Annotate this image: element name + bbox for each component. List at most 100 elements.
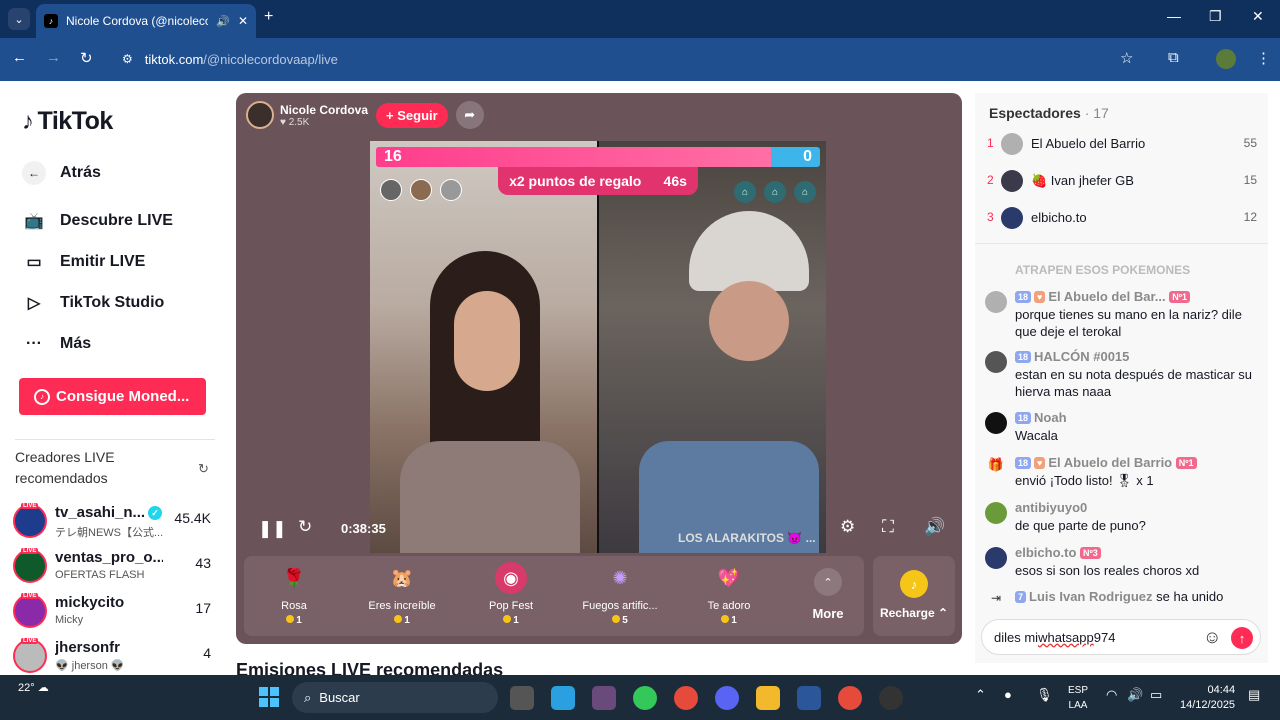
speaker-icon[interactable]: 🔊 <box>216 15 230 28</box>
more-gifts-button[interactable]: ⌃ More <box>804 568 852 621</box>
menu-dots-icon[interactable]: ⋮ <box>1256 49 1271 67</box>
reload-icon[interactable]: ↻ <box>80 49 93 67</box>
chat-avatar[interactable] <box>985 351 1007 373</box>
replay-icon[interactable]: ↻ <box>298 517 312 537</box>
top-gifter-avatar[interactable] <box>380 179 402 201</box>
sidebar-item-tiktok-studio[interactable]: ▷ TikTok Studio <box>22 291 164 315</box>
sidebar-item-go-live[interactable]: ▭ Emitir LIVE <box>22 250 145 274</box>
bookmark-star-icon[interactable]: ☆ <box>1120 49 1133 67</box>
refresh-icon[interactable]: ↻ <box>198 461 209 477</box>
taskbar-search[interactable]: ⌕ Buscar <box>292 682 498 713</box>
empty-seat-icon[interactable]: ⌂ <box>734 181 756 203</box>
send-button[interactable]: ↑ <box>1231 627 1253 649</box>
chat-panel: Espectadores · 17 1 El Abuelo del Barrio… <box>975 93 1268 663</box>
sidebar-item-discover-live[interactable]: 📺 Descubre LIVE <box>22 209 173 233</box>
app-icon[interactable] <box>592 686 616 710</box>
chat-username[interactable]: 18 ♥ El Abuelo del Barrio Nº1 <box>1015 455 1200 470</box>
creator-item[interactable]: LIVE mickycito Micky 17 <box>13 593 213 628</box>
chrome-icon[interactable] <box>674 686 698 710</box>
chrome-active-icon[interactable] <box>838 686 862 710</box>
pause-icon[interactable]: ❚❚ <box>258 519 287 539</box>
back-arrow-icon[interactable]: ← <box>12 49 27 66</box>
clock[interactable]: 04:44 14/12/2025 <box>1180 683 1235 713</box>
chat-avatar[interactable] <box>985 502 1007 524</box>
creator-item[interactable]: LIVE ventas_pro_o... OFERTAS FLASH 43 <box>13 548 213 583</box>
notification-icon[interactable]: ▤ <box>1248 687 1260 703</box>
tab-search-icon[interactable]: ⌄ <box>8 8 30 30</box>
maximize-icon[interactable]: ❐ <box>1209 8 1222 25</box>
extensions-icon[interactable]: ⧉ <box>1168 49 1179 66</box>
share-icon[interactable]: ➦ <box>455 101 484 129</box>
language-indicator[interactable]: ESP LAA <box>1068 683 1088 713</box>
top-viewer[interactable]: 1 El Abuelo del Barrio 55 <box>987 133 1257 155</box>
gift-pop-fest[interactable]: ◉ Pop Fest 1 <box>461 562 561 626</box>
top-gifter-avatar[interactable] <box>410 179 432 201</box>
recharge-button[interactable]: ♪ Recharge ⌃ <box>873 556 955 636</box>
chat-avatar[interactable] <box>985 291 1007 313</box>
battle-video[interactable]: 16 0 x2 puntos de regalo 46s ⌂ ⌂ ⌂ <box>370 141 826 553</box>
divider <box>975 243 1268 244</box>
tray-app-icon[interactable]: ● <box>1004 687 1012 702</box>
empty-seat-icon[interactable]: ⌂ <box>764 181 786 203</box>
chat-username[interactable]: 18 ♥ El Abuelo del Bar... Nº1 <box>1015 289 1193 304</box>
gift-rose[interactable]: 🌹 Rosa 1 <box>244 562 344 627</box>
weather-widget[interactable]: 22° ☁ <box>18 681 49 694</box>
close-tab-icon[interactable]: ✕ <box>238 14 248 28</box>
volume-icon[interactable]: 🔊 <box>1127 687 1143 703</box>
file-explorer-icon[interactable] <box>756 686 780 710</box>
new-tab-icon[interactable]: + <box>264 8 273 26</box>
gift-fireworks[interactable]: ✺ Fuegos artific... 5 <box>570 562 670 627</box>
chat-message: elbicho.to Nº3 esos si son los reales ch… <box>985 545 1260 581</box>
gift-icon: 🎁 <box>987 457 1005 472</box>
creator-item[interactable]: LIVE tv_asahi_n... ✓ テレ朝NEWS【公式... 45.4K <box>13 503 213 539</box>
obs-icon[interactable] <box>879 686 903 710</box>
battery-icon[interactable]: ▭ <box>1150 687 1162 703</box>
app-icon[interactable] <box>633 686 657 710</box>
settings-icon[interactable]: ⚙ <box>840 517 855 537</box>
volume-icon[interactable]: 🔊 <box>924 517 945 537</box>
address-bar[interactable]: ⚙ tiktok.com/@nicolecordovaap/live <box>112 44 1152 74</box>
empty-seat-icon[interactable]: ⌂ <box>794 181 816 203</box>
forward-arrow-icon[interactable]: → <box>46 49 61 66</box>
creator-item[interactable]: LIVE jhersonfr 👽 jherson 👽 4 <box>13 638 213 673</box>
top-viewer[interactable]: 3 elbicho.to 12 <box>987 207 1257 229</box>
viewers-header[interactable]: Espectadores · 17 <box>989 105 1109 121</box>
tray-chevron-icon[interactable]: ⌃ <box>975 687 986 703</box>
top-viewer[interactable]: 2 🍓 Ivan jhefer GB 15 <box>987 170 1257 192</box>
top-gifter-avatar[interactable] <box>440 179 462 201</box>
windows-start-icon[interactable] <box>259 687 279 707</box>
live-badge: LIVE <box>21 593 39 599</box>
creator-subtitle: Micky <box>55 614 84 626</box>
chat-avatar[interactable] <box>985 412 1007 434</box>
copilot-icon[interactable] <box>551 686 575 710</box>
score-right: 0 <box>803 148 812 165</box>
fullscreen-icon[interactable]: ⛶ <box>882 517 894 537</box>
gift-eres-increible[interactable]: 🐹 Eres increíble 1 <box>352 562 452 627</box>
chat-username[interactable]: 18 HALCÓN #0015 <box>1015 349 1129 364</box>
browser-tab[interactable]: ♪ Nicole Cordova (@nicoleco 🔊 ✕ <box>36 4 256 38</box>
profile-avatar[interactable] <box>1216 49 1236 69</box>
emoji-icon[interactable]: ☺ <box>1203 627 1221 648</box>
host-info[interactable]: Nicole Cordova ♥ 2.5K <box>280 103 368 128</box>
tiktok-logo[interactable]: ♪ TikTok <box>22 107 113 136</box>
task-view-icon[interactable] <box>510 686 534 710</box>
sidebar-item-more[interactable]: ··· Más <box>22 332 91 356</box>
close-window-icon[interactable]: ✕ <box>1252 8 1264 25</box>
microphone-icon[interactable]: 🎙 <box>1036 687 1053 703</box>
gift-te-adoro[interactable]: 💖 Te adoro 1 <box>679 562 779 627</box>
chat-username[interactable]: elbicho.to Nº3 <box>1015 545 1104 560</box>
discord-icon[interactable] <box>715 686 739 710</box>
chat-avatar[interactable] <box>985 547 1007 569</box>
minimize-icon[interactable]: — <box>1167 8 1181 24</box>
coin-icon: ♪ <box>34 388 50 405</box>
wifi-icon[interactable]: ◠ <box>1106 687 1117 703</box>
follow-button[interactable]: + Seguir <box>376 102 448 128</box>
chat-username[interactable]: antibiyuyo0 <box>1015 500 1087 515</box>
host-avatar[interactable] <box>246 101 274 129</box>
site-info-icon[interactable]: ⚙ <box>122 52 133 66</box>
back-button[interactable]: ← Atrás <box>22 161 101 185</box>
join-icon: ⇥ <box>990 591 1002 605</box>
chat-username[interactable]: 18 Noah <box>1015 410 1067 425</box>
word-icon[interactable] <box>797 686 821 710</box>
get-coins-button[interactable]: ♪ Consigue Moned... <box>19 378 206 415</box>
